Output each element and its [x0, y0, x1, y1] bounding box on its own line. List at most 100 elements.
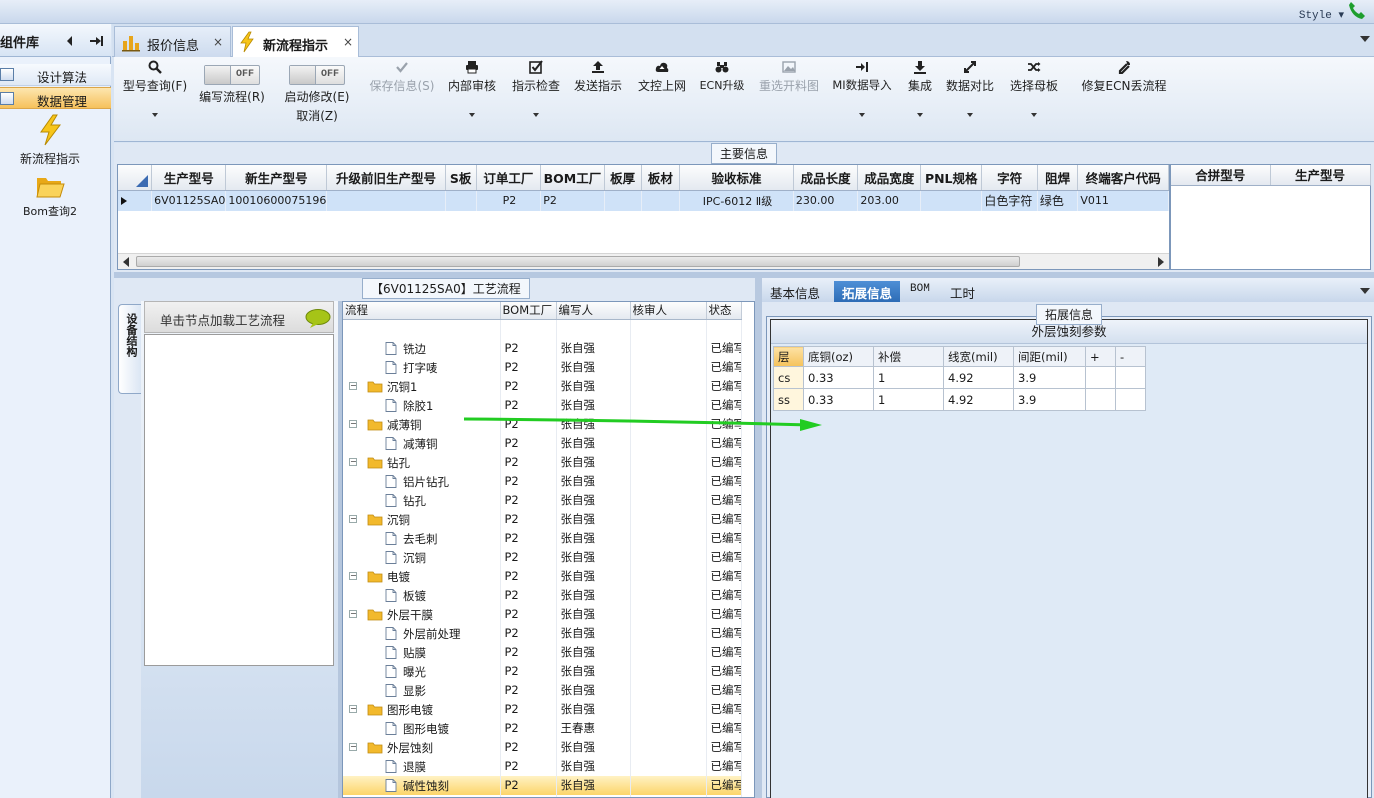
- table-cell[interactable]: 张自强: [556, 547, 631, 567]
- table-cell[interactable]: 张自强: [556, 490, 631, 510]
- table-cell[interactable]: 1: [873, 366, 944, 389]
- toggle-switch[interactable]: OFF: [289, 65, 345, 85]
- remove-row-button[interactable]: [1115, 366, 1146, 389]
- tab-equipment-structure[interactable]: 设备结构: [118, 304, 141, 394]
- tree-row[interactable]: 退膜 P2张自强 已编写: [343, 756, 742, 776]
- table-cell[interactable]: [630, 509, 707, 529]
- tree-row[interactable]: 铣边 P2张自强 已编写: [343, 338, 742, 358]
- tree-cell[interactable]: 显影: [343, 680, 501, 700]
- table-cell[interactable]: 张自强: [556, 376, 631, 396]
- table-cell[interactable]: 张自强: [556, 357, 631, 377]
- tree-row[interactable]: − 沉铜1 P2张自强 已编写: [343, 376, 742, 396]
- table-cell[interactable]: P2: [500, 794, 557, 797]
- data-compare-button[interactable]: 数据对比: [944, 57, 996, 137]
- table-cell[interactable]: 张自强: [556, 338, 631, 358]
- table-cell[interactable]: 白色字符: [981, 190, 1038, 211]
- table-cell[interactable]: 张自强: [556, 775, 631, 795]
- table-row[interactable]: ss 0.33 1 4.92 3.9: [773, 388, 1146, 411]
- table-cell[interactable]: 张自强: [556, 452, 631, 472]
- scroll-thumb[interactable]: [136, 256, 1020, 267]
- cancel-label[interactable]: 取消(Z): [280, 107, 354, 124]
- table-cell[interactable]: 张自强: [556, 433, 631, 453]
- merged-model-grid[interactable]: 合拼型号 生产型号: [1170, 164, 1371, 270]
- column-header[interactable]: 升级前旧生产型号: [326, 165, 446, 191]
- table-cell[interactable]: 张自强: [556, 585, 631, 605]
- table-cell[interactable]: 203.00: [857, 190, 922, 211]
- table-cell[interactable]: 张自强: [556, 509, 631, 529]
- table-cell[interactable]: P2: [500, 490, 557, 510]
- column-header[interactable]: PNL规格: [920, 165, 983, 191]
- collapse-node-icon[interactable]: −: [349, 742, 357, 751]
- tree-cell[interactable]: − 电镀: [343, 566, 501, 586]
- tree-cell[interactable]: − 沉铜: [343, 509, 501, 529]
- table-cell[interactable]: 张自强: [556, 699, 631, 719]
- table-cell[interactable]: [630, 718, 707, 738]
- collapse-node-icon[interactable]: −: [349, 609, 357, 618]
- column-header[interactable]: 新生产型号: [225, 165, 328, 191]
- table-cell[interactable]: 0.33: [803, 388, 874, 411]
- table-cell[interactable]: 张自强: [556, 661, 631, 681]
- collapse-node-icon[interactable]: −: [349, 571, 357, 580]
- tree-row[interactable]: [343, 319, 742, 339]
- column-header[interactable]: 订单工厂: [476, 165, 542, 191]
- column-header[interactable]: 终端客户代码: [1077, 165, 1169, 191]
- table-cell[interactable]: [630, 775, 707, 795]
- tab-list-dropdown[interactable]: [1360, 36, 1370, 42]
- table-cell[interactable]: P2: [500, 604, 557, 624]
- table-cell[interactable]: [630, 547, 707, 567]
- table-cell[interactable]: 0.33: [803, 366, 874, 389]
- status-cell[interactable]: 已编写: [706, 718, 742, 738]
- status-cell[interactable]: 已编写: [706, 528, 742, 548]
- table-cell[interactable]: P2: [500, 623, 557, 643]
- scroll-left-icon[interactable]: [122, 257, 130, 267]
- table-cell[interactable]: P2: [500, 433, 557, 453]
- table-cell[interactable]: P2: [500, 680, 557, 700]
- table-cell[interactable]: [445, 190, 477, 211]
- table-cell[interactable]: IPC-6012 Ⅱ级: [679, 190, 794, 211]
- column-header[interactable]: 补偿: [873, 346, 944, 367]
- horizontal-scrollbar[interactable]: [118, 253, 1169, 269]
- table-cell[interactable]: [630, 528, 707, 548]
- scroll-right-icon[interactable]: [1157, 257, 1165, 267]
- table-cell[interactable]: [630, 756, 707, 776]
- table-cell[interactable]: P2: [500, 471, 557, 491]
- table-cell[interactable]: [630, 642, 707, 662]
- tree-row[interactable]: 板镀 P2张自强 已编写: [343, 585, 742, 605]
- table-cell[interactable]: P2: [500, 376, 557, 396]
- row-indicator[interactable]: [118, 190, 153, 211]
- table-cell[interactable]: [630, 794, 707, 797]
- table-cell[interactable]: P2: [500, 775, 557, 795]
- remove-row-button[interactable]: [1115, 388, 1146, 411]
- table-cell[interactable]: [641, 190, 681, 211]
- column-header[interactable]: 阻焊: [1037, 165, 1079, 191]
- table-row[interactable]: 6V01125SA0 10010600075196 P2 P2 IPC-6012…: [118, 190, 1169, 211]
- column-header[interactable]: BOM工厂: [540, 165, 605, 191]
- tab-new-process[interactable]: 新流程指示 ×: [232, 26, 359, 57]
- table-cell[interactable]: P2: [500, 452, 557, 472]
- tree-row[interactable]: 显影 P2张自强 已编写: [343, 680, 742, 700]
- shortcut-new-process[interactable]: 新流程指示: [10, 114, 90, 167]
- column-header[interactable]: 底铜(oz): [803, 346, 874, 367]
- table-cell[interactable]: 张自强: [556, 756, 631, 776]
- table-cell[interactable]: P2: [500, 338, 557, 358]
- column-header[interactable]: 流程: [343, 302, 501, 320]
- table-cell[interactable]: 张自强: [556, 604, 631, 624]
- add-column-button[interactable]: +: [1085, 346, 1116, 367]
- tree-cell[interactable]: 板镀: [343, 585, 501, 605]
- tab-basic-info[interactable]: 基本信息: [762, 281, 828, 302]
- table-cell[interactable]: [630, 585, 707, 605]
- tree-row[interactable]: − 外层干膜 P2张自强 已编写: [343, 604, 742, 624]
- chevron-down-icon[interactable]: [967, 113, 973, 117]
- column-header[interactable]: 合拼型号: [1171, 165, 1271, 186]
- table-cell[interactable]: ss: [773, 388, 804, 411]
- tree-row[interactable]: − 图形电镀 P2张自强 已编写: [343, 699, 742, 719]
- status-cell[interactable]: 已编写: [706, 433, 742, 453]
- column-header[interactable]: 生产型号: [1270, 165, 1371, 186]
- table-cell[interactable]: 张自强: [556, 623, 631, 643]
- add-row-button[interactable]: [1085, 388, 1116, 411]
- collapse-node-icon[interactable]: −: [349, 704, 357, 713]
- status-cell[interactable]: 已编写: [706, 357, 742, 377]
- tree-row[interactable]: 图形电镀 P2王春惠 已编写: [343, 718, 742, 738]
- remove-column-button[interactable]: -: [1115, 346, 1146, 367]
- tree-row[interactable]: − 沉铜 P2张自强 已编写: [343, 509, 742, 529]
